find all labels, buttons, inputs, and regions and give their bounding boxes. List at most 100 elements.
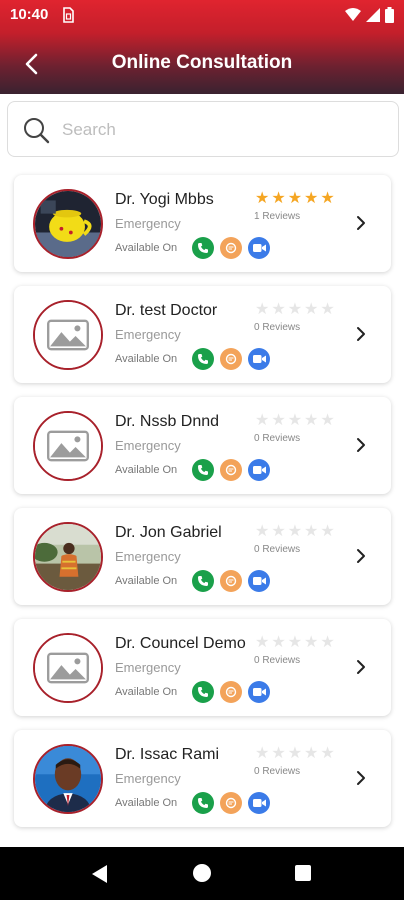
rating-stars: ★ ★ ★ ★ ★ [255,523,335,539]
phone-icon[interactable] [192,681,214,703]
star-icon: ★ [271,521,286,540]
star-icon: ★ [255,299,270,318]
avatar [33,633,103,703]
star-icon: ★ [255,410,270,429]
app-header: 10:40 Online Consultation [0,0,404,94]
available-on-label: Available On [115,464,178,476]
wifi-icon [345,8,361,21]
doctor-name: Dr. test Doctor [115,302,218,319]
video-icon[interactable] [248,792,270,814]
available-on-label: Available On [115,242,178,254]
star-icon: ★ [304,632,319,651]
doctor-name: Dr. Councel Demo [115,635,246,652]
search-bar[interactable] [7,101,399,157]
chat-icon[interactable] [220,681,242,703]
doctor-card[interactable]: Dr. Councel Demo Emergency Available On … [14,619,391,716]
doctor-card[interactable]: Dr. test Doctor Emergency Available On ★… [14,286,391,383]
chat-icon[interactable] [220,792,242,814]
image-placeholder-icon [35,635,101,701]
chevron-right-icon[interactable] [354,213,368,233]
chat-icon[interactable] [220,348,242,370]
doctor-name: Dr. Yogi Mbbs [115,191,214,208]
rating-stars: ★ ★ ★ ★ ★ [255,190,335,206]
star-icon: ★ [271,188,286,207]
phone-icon[interactable] [192,570,214,592]
nav-back-icon[interactable] [92,865,108,883]
star-icon: ★ [320,743,335,762]
review-count: 0 Reviews [254,766,301,777]
rating-stars: ★ ★ ★ ★ ★ [255,301,335,317]
available-on-label: Available On [115,353,178,365]
image-placeholder-icon [35,302,101,368]
nav-recents-icon[interactable] [295,865,311,881]
review-count: 0 Reviews [254,433,301,444]
star-icon: ★ [304,410,319,429]
star-icon: ★ [304,743,319,762]
rating-stars: ★ ★ ★ ★ ★ [255,634,335,650]
search-icon [24,118,50,144]
star-icon: ★ [255,632,270,651]
chat-icon[interactable] [220,570,242,592]
doctor-card[interactable]: Dr. Nssb Dnnd Emergency Available On ★ ★ ★… [14,397,391,494]
system-nav-bar [0,847,404,900]
star-icon: ★ [287,743,303,762]
avatar [33,189,103,259]
available-on-label: Available On [115,797,178,809]
doctor-speciality: Emergency [115,216,181,231]
doctor-speciality: Emergency [115,660,181,675]
star-icon: ★ [255,188,270,207]
doctor-speciality: Emergency [115,771,181,786]
doctor-speciality: Emergency [115,549,181,564]
sim-card-icon [63,7,74,23]
review-count: 1 Reviews [254,211,301,222]
chevron-right-icon[interactable] [354,546,368,566]
status-icons [345,7,394,23]
available-on-label: Available On [115,686,178,698]
phone-icon[interactable] [192,348,214,370]
star-icon: ★ [271,743,286,762]
doctor-card[interactable]: Dr. Yogi Mbbs Emergency Available On ★ ★ ★… [14,175,391,272]
avatar [33,522,103,592]
star-icon: ★ [271,632,286,651]
nav-home-icon[interactable] [193,864,211,882]
review-count: 0 Reviews [254,322,301,333]
star-icon: ★ [320,410,335,429]
chat-icon[interactable] [220,459,242,481]
avatar [33,411,103,481]
available-on-label: Available On [115,575,178,587]
doctor-speciality: Emergency [115,327,181,342]
star-icon: ★ [287,632,303,651]
phone-icon[interactable] [192,459,214,481]
video-icon[interactable] [248,681,270,703]
status-bar: 10:40 [0,0,404,30]
video-icon[interactable] [248,237,270,259]
doctor-card[interactable]: Dr. Jon Gabriel Emergency Available On ★… [14,508,391,605]
chevron-right-icon[interactable] [354,435,368,455]
chevron-right-icon[interactable] [354,768,368,788]
search-input[interactable] [62,114,382,146]
chat-icon[interactable] [220,237,242,259]
star-icon: ★ [287,299,303,318]
phone-icon[interactable] [192,237,214,259]
chevron-right-icon[interactable] [354,324,368,344]
star-icon: ★ [320,632,335,651]
battery-icon [385,7,394,23]
rating-stars: ★ ★ ★ ★ ★ [255,745,335,761]
page-title: Online Consultation [111,52,293,73]
star-icon: ★ [304,521,319,540]
star-icon: ★ [320,299,335,318]
signal-icon [366,8,380,22]
doctor-name: Dr. Issac Rami [115,746,220,763]
phone-icon[interactable] [192,792,214,814]
chevron-right-icon[interactable] [354,657,368,677]
video-icon[interactable] [248,348,270,370]
avatar [33,300,103,370]
video-icon[interactable] [248,570,270,592]
doctor-speciality: Emergency [115,438,181,453]
doctor-card[interactable]: Dr. Issac Rami Emergency Available On ★ ★… [14,730,391,827]
doctor-name: Dr. Jon Gabriel [115,524,222,541]
star-icon: ★ [287,188,303,207]
video-icon[interactable] [248,459,270,481]
doctor-name: Dr. Nssb Dnnd [115,413,220,430]
image-placeholder-icon [35,413,101,479]
